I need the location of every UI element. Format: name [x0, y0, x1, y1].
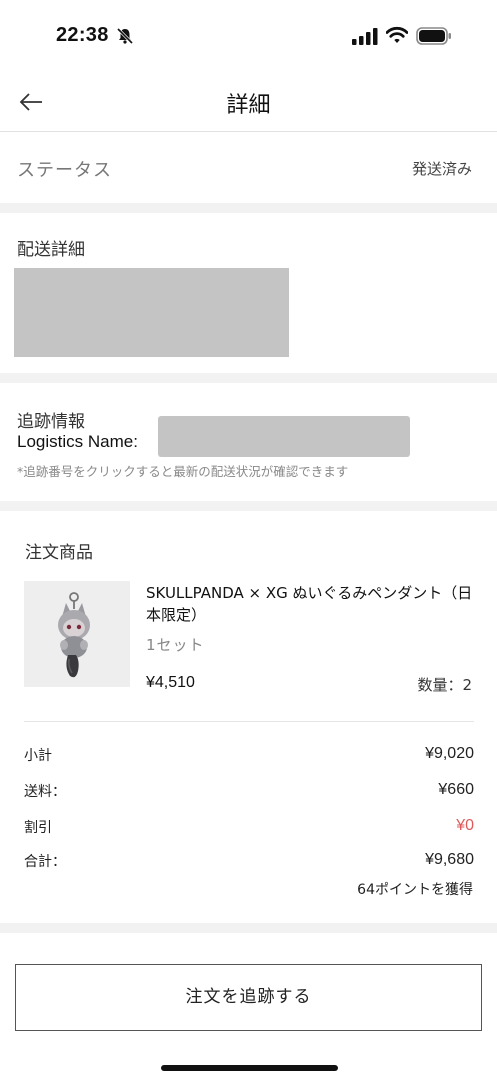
product-price: ¥4,510 [146, 674, 195, 691]
nav-bar: 詳細 [0, 72, 497, 132]
product-quantity: 数量：2 [417, 676, 472, 694]
wifi-icon [386, 26, 408, 43]
discount-label: 割引 [24, 820, 52, 836]
discount-row: 割引 ¥0 [24, 817, 474, 839]
total-row: 合計： ¥9,680 [24, 851, 474, 873]
home-indicator [161, 1065, 338, 1071]
logistics-name-label: Logistics Name: [17, 432, 138, 451]
bell-muted-icon [116, 27, 134, 45]
tracking-title: 追跡情報 [17, 412, 85, 432]
points-earned: 64ポイントを獲得 [357, 882, 473, 898]
status-bar: 22:38 [0, 0, 497, 72]
order-status-row: ステータス 発送済み [0, 133, 497, 203]
tracking-section: 追跡情報 Logistics Name: *追跡番号をクリックすると最新の配送状… [0, 383, 497, 501]
shipping-value: ¥660 [438, 781, 474, 798]
divider [24, 721, 474, 722]
shipping-row: 送料： ¥660 [24, 781, 474, 803]
signal-icon [352, 28, 378, 45]
redacted-address [14, 268, 289, 357]
order-items-title: 注文商品 [25, 543, 93, 563]
page-title: 詳細 [226, 93, 271, 118]
product-name[interactable]: SKULLPANDA × XG ぬいぐるみペンダント（日本限定） [146, 582, 476, 626]
total-value: ¥9,680 [425, 851, 474, 868]
shipping-label: 送料： [24, 784, 66, 800]
track-order-button[interactable]: 注文を追跡する [15, 964, 482, 1031]
status-value: 発送済み [411, 160, 472, 178]
product-variant: 1セット [146, 636, 205, 654]
delivery-details-section: 配送詳細 [0, 213, 497, 373]
status-time: 22:38 [56, 24, 109, 46]
tracking-hint: *追跡番号をクリックすると最新の配送状況が確認できます [17, 464, 349, 479]
subtotal-value: ¥9,020 [425, 745, 474, 762]
discount-value: ¥0 [456, 817, 474, 834]
section-divider [0, 373, 497, 383]
delivery-details-title: 配送詳細 [17, 240, 85, 260]
status-label: ステータス [17, 160, 112, 181]
order-items-section: 注文商品 SKULLPANDA × XG ぬいぐるみペンダント（日本限定） 1セ… [0, 511, 497, 923]
section-divider [0, 923, 497, 933]
product-image[interactable] [24, 581, 130, 687]
redacted-tracking-number[interactable] [158, 416, 410, 457]
section-divider [0, 501, 497, 511]
subtotal-label: 小計 [24, 748, 52, 764]
battery-icon [416, 27, 451, 45]
subtotal-row: 小計 ¥9,020 [24, 745, 474, 767]
total-label: 合計： [24, 854, 66, 870]
plush-pendant-image [58, 592, 90, 678]
section-divider [0, 203, 497, 213]
